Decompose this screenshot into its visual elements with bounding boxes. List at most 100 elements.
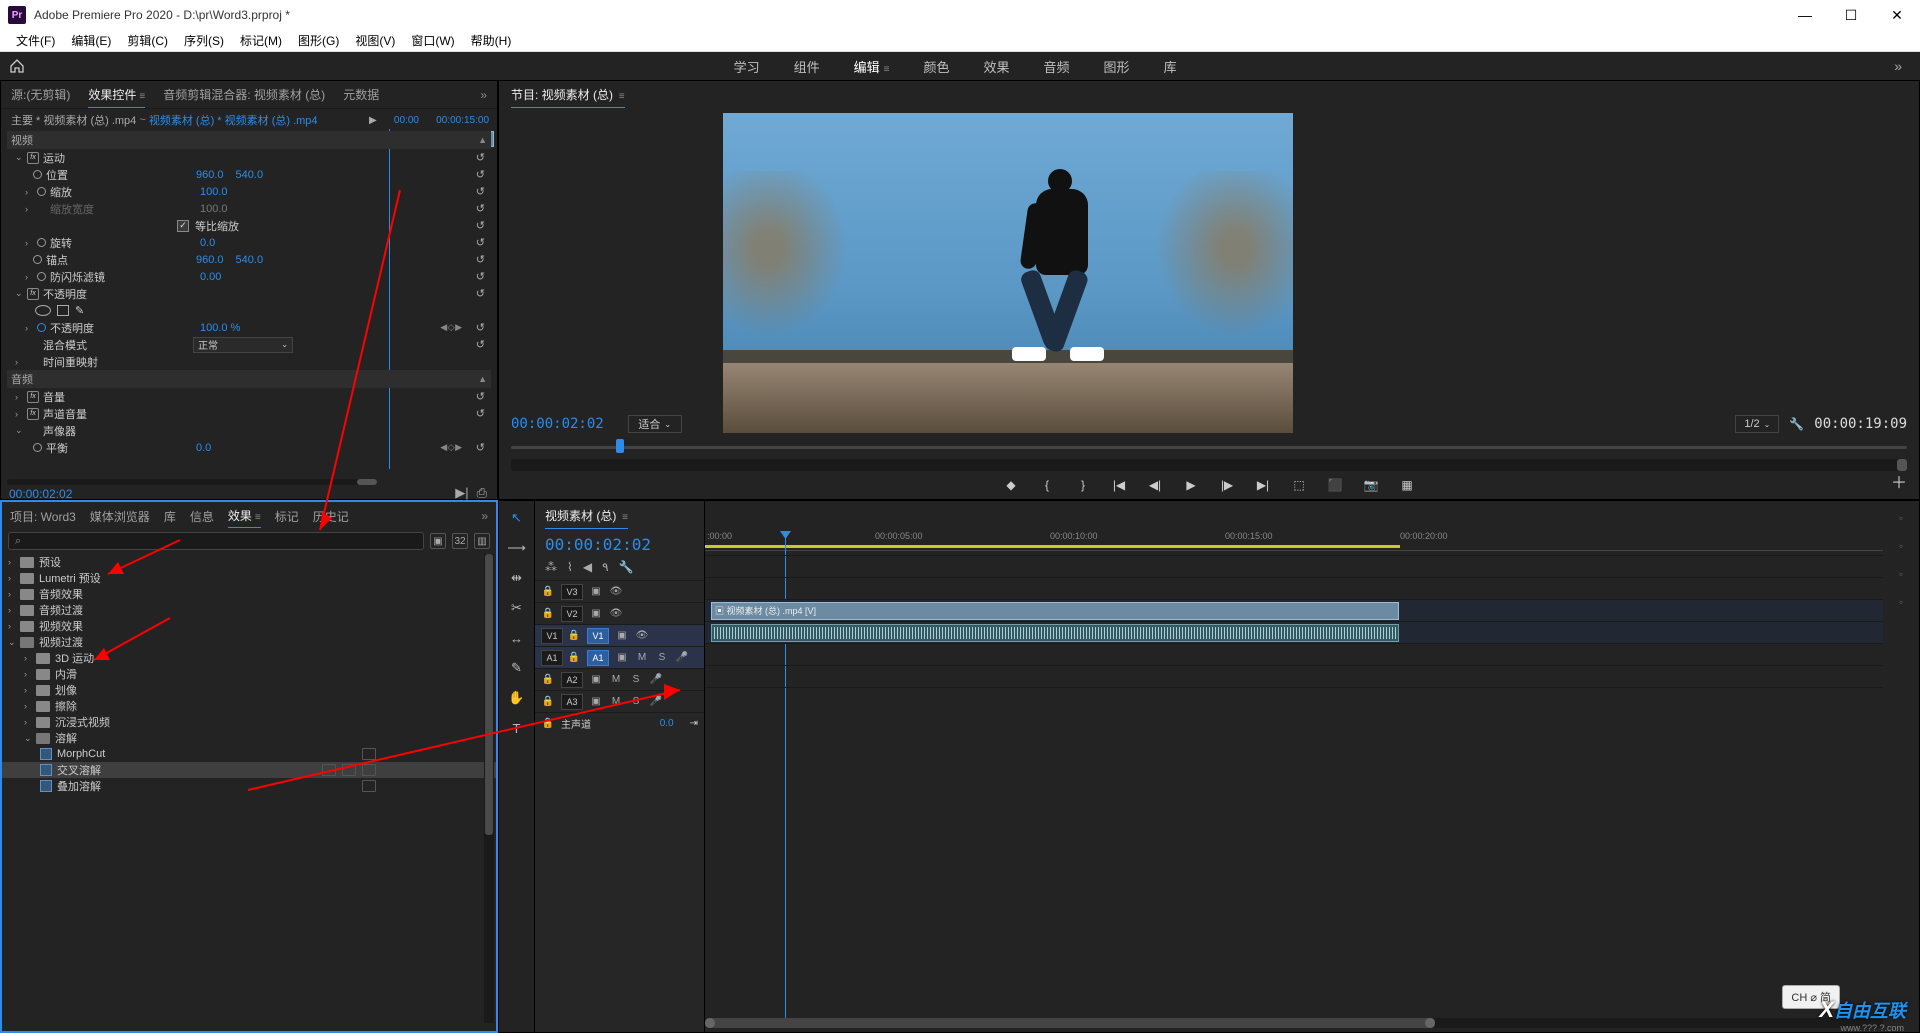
program-timecode-current[interactable]: 00:00:02:02: [511, 416, 604, 432]
audio-clip[interactable]: [711, 624, 1399, 642]
hamburger-icon[interactable]: ≡: [884, 64, 890, 75]
timeline-ruler[interactable]: :00:00 00:00:05:00 00:00:10:00 00:00:15:…: [705, 531, 1883, 551]
panel-overflow[interactable]: »: [481, 509, 488, 523]
fx-opacity-row[interactable]: ⌄fx不透明度↺: [7, 285, 491, 302]
track-a2[interactable]: [705, 643, 1883, 665]
workspace-overflow[interactable]: »: [1884, 58, 1912, 74]
32bit-filter-icon[interactable]: 32: [452, 533, 468, 549]
export-frame-icon[interactable]: ▶|: [455, 485, 468, 501]
hamburger-icon[interactable]: ≡: [255, 512, 261, 523]
hand-tool-icon[interactable]: ✋: [508, 689, 526, 707]
tab-effects[interactable]: 效果≡: [228, 504, 261, 528]
menu-edit[interactable]: 编辑(E): [63, 32, 119, 49]
linked-selection-icon[interactable]: ⌇: [567, 560, 573, 574]
fx-cross-dissolve[interactable]: 交叉溶解: [2, 762, 496, 778]
voice-icon[interactable]: 🎤: [649, 673, 663, 687]
fx-volume-row[interactable]: ›fx音量↺: [7, 388, 491, 405]
menu-file[interactable]: 文件(F): [8, 32, 63, 49]
settings-icon[interactable]: ٩: [602, 560, 608, 574]
track-header-master[interactable]: 🔒主声道0.0⇥: [535, 712, 704, 734]
resolution-dropdown[interactable]: 1/2⌄: [1735, 415, 1779, 433]
lock-icon[interactable]: 🔒: [541, 607, 555, 621]
step-back-icon[interactable]: ◀|: [1147, 477, 1163, 493]
toggle-output-icon[interactable]: ▣: [615, 651, 629, 665]
prop-position[interactable]: 位置960.0540.0↺: [7, 166, 491, 183]
timeline-zoom-scrollbar[interactable]: [705, 1018, 1883, 1028]
pen-mask-icon[interactable]: ✎: [75, 304, 84, 317]
minimize-button[interactable]: —: [1782, 0, 1828, 30]
marker-icon[interactable]: ◀: [583, 560, 592, 574]
track-master[interactable]: [705, 687, 1883, 709]
browser-scrollbar[interactable]: [484, 554, 494, 1023]
settings-wrench-icon[interactable]: 🔧: [1789, 417, 1804, 431]
workspace-assembly[interactable]: 组件: [794, 53, 820, 80]
reset-icon[interactable]: ↺: [476, 338, 485, 351]
toggle-output-icon[interactable]: ▣: [589, 695, 603, 709]
reset-icon[interactable]: ↺: [476, 151, 485, 164]
reset-icon[interactable]: ↺: [476, 321, 485, 334]
home-icon[interactable]: [8, 58, 26, 74]
menu-graphics[interactable]: 图形(G): [290, 32, 347, 49]
tab-media-browser[interactable]: 媒体浏览器: [90, 505, 150, 528]
snap-icon[interactable]: ⁂: [545, 560, 557, 574]
tab-program[interactable]: 节目: 视频素材 (总) ≡: [511, 82, 625, 108]
folder-3d-motion[interactable]: ›3D 运动: [2, 650, 496, 666]
reset-icon[interactable]: ↺: [476, 270, 485, 283]
mini-ruler-play-icon[interactable]: ▶: [369, 115, 377, 126]
fx-motion-row[interactable]: ⌄fx运动↺: [7, 149, 491, 166]
reset-icon[interactable]: ↺: [476, 253, 485, 266]
fx-channel-volume-row[interactable]: ›fx声道音量↺: [7, 405, 491, 422]
ec-scrollbar[interactable]: [7, 479, 377, 485]
workspace-graphics[interactable]: 图形: [1104, 53, 1130, 80]
program-video-display[interactable]: [723, 113, 1293, 433]
tab-libraries[interactable]: 库: [164, 505, 176, 528]
yuv-filter-icon[interactable]: ▥: [474, 533, 490, 549]
menu-help[interactable]: 帮助(H): [463, 32, 520, 49]
folder-immersive[interactable]: ›沉浸式视频: [2, 714, 496, 730]
voice-icon[interactable]: 🎤: [649, 695, 663, 709]
comparison-view-icon[interactable]: ▦: [1399, 477, 1415, 493]
selection-tool-icon[interactable]: ↖: [508, 509, 526, 527]
track-header-a3[interactable]: 🔒A3▣MS🎤: [535, 690, 704, 712]
checkbox-icon[interactable]: ✓: [177, 220, 189, 232]
toggle-output-icon[interactable]: ▣: [615, 629, 629, 643]
menu-clip[interactable]: 剪辑(C): [119, 32, 176, 49]
voice-icon[interactable]: 🎤: [675, 651, 689, 665]
workspace-libraries[interactable]: 库: [1164, 53, 1177, 80]
track-a3[interactable]: [705, 665, 1883, 687]
tab-audio-mixer[interactable]: 音频剪辑混合器: 视频素材 (总): [163, 82, 325, 107]
prop-blend-mode[interactable]: 混合模式正常⌄↺: [7, 336, 491, 353]
track-header-v1[interactable]: V1🔒V1▣👁: [535, 624, 704, 646]
tab-markers[interactable]: 标记: [275, 505, 299, 528]
effects-search-input[interactable]: ⌕: [8, 532, 424, 550]
video-clip[interactable]: ▣ 视频素材 (总) .mp4 [V]: [711, 602, 1399, 620]
button-editor-icon[interactable]: ＋: [1891, 469, 1907, 493]
track-v2[interactable]: [705, 577, 1883, 599]
tab-sequence[interactable]: 视频素材 (总) ≡: [545, 503, 628, 529]
folder-video-effects[interactable]: ›视频效果: [2, 618, 496, 634]
reset-icon[interactable]: ↺: [476, 407, 485, 420]
eye-icon[interactable]: 👁: [609, 585, 623, 599]
reset-icon[interactable]: ↺: [476, 219, 485, 232]
prop-anchor[interactable]: 锚点960.0540.0↺: [7, 251, 491, 268]
maximize-button[interactable]: ☐: [1828, 0, 1874, 30]
collapse-icon[interactable]: ▲: [478, 135, 487, 145]
tab-project[interactable]: 项目: Word3: [10, 505, 76, 528]
timeline-timecode[interactable]: 00:00:02:02: [535, 531, 704, 558]
fx-additive-dissolve[interactable]: 叠加溶解: [2, 778, 496, 794]
fx-morphcut[interactable]: MorphCut: [2, 746, 496, 762]
mark-out-icon[interactable]: }: [1075, 477, 1091, 493]
tab-source[interactable]: 源:(无剪辑): [11, 82, 70, 107]
keyframe-nav-icon[interactable]: ◀ ◇ ▶: [440, 322, 461, 333]
accelerated-filter-icon[interactable]: ▣: [430, 533, 446, 549]
razor-tool-icon[interactable]: ✂: [508, 599, 526, 617]
reset-icon[interactable]: ↺: [476, 185, 485, 198]
fx-panner-row[interactable]: ⌄声像器: [7, 422, 491, 439]
toggle-output-icon[interactable]: ▣: [589, 673, 603, 687]
lock-icon[interactable]: 🔒: [567, 629, 581, 643]
program-zoom-bar[interactable]: [511, 459, 1907, 471]
folder-audio-transitions[interactable]: ›音频过渡: [2, 602, 496, 618]
program-scrubber[interactable]: [511, 439, 1907, 455]
hamburger-icon[interactable]: ≡: [616, 91, 625, 102]
hamburger-icon[interactable]: ≡: [139, 91, 145, 102]
